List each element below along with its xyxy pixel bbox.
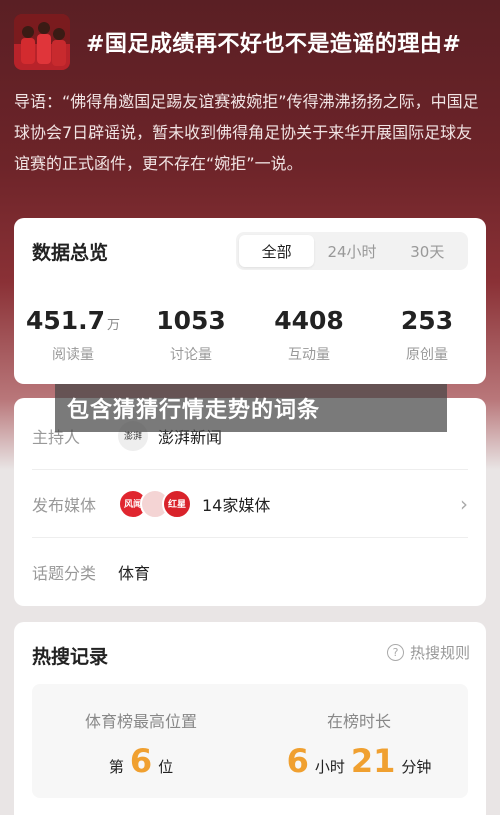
- rank-suffix: 位: [158, 758, 174, 776]
- media-row[interactable]: 发布媒体 风闻 红星 14家媒体 ›: [32, 470, 468, 538]
- topic-title: #国足成绩再不好也不是造谣的理由#: [86, 32, 462, 57]
- overlay-banner: 包含猜猜行情走势的词条: [55, 384, 447, 432]
- minutes-unit: 分钟: [401, 758, 432, 776]
- stat-reads-unit: 万: [107, 318, 121, 333]
- stat-originals-value: 253: [400, 306, 454, 335]
- tab-all[interactable]: 全部: [239, 235, 315, 267]
- topic-header: #国足成绩再不好也不是造谣的理由#: [0, 0, 500, 80]
- stat-interactions-value: 4408: [274, 306, 344, 335]
- media-logos: 风闻 红星: [118, 488, 192, 519]
- hours-unit: 小时: [314, 758, 345, 776]
- hours-value: 6: [286, 742, 309, 780]
- hot-search-rules-label: 热搜规则: [409, 644, 470, 662]
- time-range-tabs: 全部 24小时 30天: [236, 232, 468, 270]
- chevron-right-icon: ›: [460, 491, 468, 516]
- rank-value-line: 第 6 位: [32, 742, 250, 780]
- question-icon: ?: [386, 644, 404, 661]
- category-value: 体育: [118, 564, 151, 583]
- media-logo-3: 红星: [162, 488, 192, 519]
- hot-search-card: 热搜记录 ? 热搜规则 体育榜最高位置 第 6 位 在榜时长 6 小时 21 分…: [14, 622, 486, 815]
- duration-column: 在榜时长 6 小时 21 分钟: [250, 684, 468, 798]
- media-label: 发布媒体: [32, 495, 97, 515]
- hot-search-stats: 体育榜最高位置 第 6 位 在榜时长 6 小时 21 分钟: [32, 684, 468, 798]
- stat-originals-label: 原创量: [406, 347, 448, 363]
- stat-discussions: 1053 讨论量: [132, 306, 250, 364]
- stat-interactions: 4408 互动量: [250, 306, 368, 364]
- duration-value-line: 6 小时 21 分钟: [250, 742, 468, 780]
- stat-reads-value: 451.7 万: [25, 306, 121, 335]
- rank-column: 体育榜最高位置 第 6 位: [32, 684, 250, 798]
- rank-prefix: 第: [108, 758, 124, 776]
- topic-thumbnail: [14, 14, 70, 70]
- data-overview-card: 数据总览 全部 24小时 30天 451.7 万 阅读量 1053 讨论量 440…: [14, 218, 486, 384]
- stat-reads: 451.7 万 阅读量: [14, 306, 132, 364]
- stat-originals: 253 原创量: [368, 306, 486, 364]
- tab-30d[interactable]: 30天: [390, 235, 465, 267]
- rank-label: 体育榜最高位置: [84, 712, 197, 731]
- topic-lead-text: 导语：“佛得角邀国足踢友谊赛被婉拒”传得沸沸扬扬之际，中国足球协会7日辟谣说，暂…: [14, 92, 479, 173]
- hot-search-rules-link[interactable]: ? 热搜规则: [386, 642, 470, 663]
- stat-interactions-label: 互动量: [288, 347, 330, 363]
- stat-reads-label: 阅读量: [52, 347, 94, 363]
- hot-search-title: 热搜记录: [32, 646, 109, 668]
- stat-discussions-value: 1053: [156, 306, 226, 335]
- category-row: 话题分类 体育: [32, 538, 468, 606]
- stat-discussions-label: 讨论量: [170, 347, 212, 363]
- stats-row: 451.7 万 阅读量 1053 讨论量 4408 互动量 253 原创量: [14, 306, 486, 364]
- rank-value: 6: [129, 742, 153, 780]
- duration-label: 在榜时长: [326, 712, 391, 731]
- media-value-wrap: 风闻 红星 14家媒体: [118, 488, 271, 519]
- category-label: 话题分类: [32, 564, 97, 583]
- data-overview-title: 数据总览: [32, 242, 109, 264]
- tab-24h[interactable]: 24小时: [314, 235, 389, 267]
- media-count: 14家媒体: [202, 495, 271, 515]
- minutes-value: 21: [350, 742, 396, 780]
